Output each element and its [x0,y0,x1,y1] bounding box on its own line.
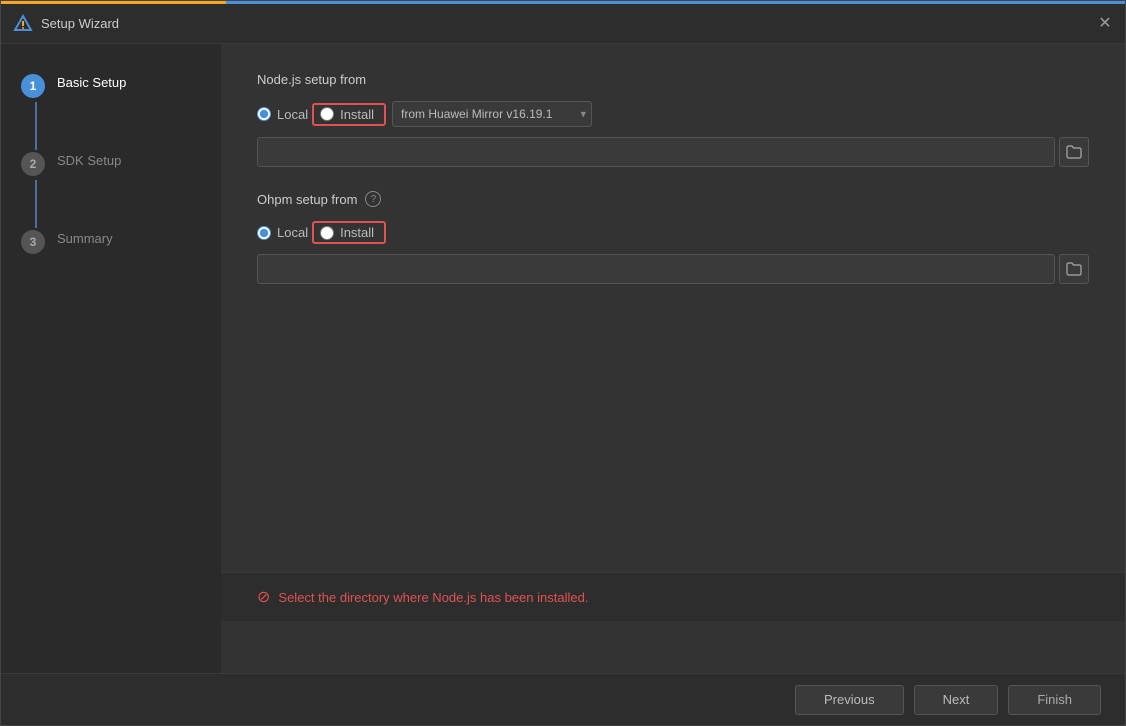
ohpm-local-label[interactable]: Local [277,225,308,240]
nodejs-dropdown-wrapper: from Huawei Mirror v16.19.1 from Officia… [392,101,592,127]
step-item-1[interactable]: 1 Basic Setup [1,64,221,106]
ohpm-local-option[interactable]: Local [257,225,308,240]
step-circle-3: 3 [21,230,45,254]
sidebar: 1 Basic Setup 2 SDK Setup 3 Summary [1,44,221,673]
step-circle-1: 1 [21,74,45,98]
ohpm-install-option[interactable]: Install [320,225,374,240]
close-button[interactable]: ✕ [1097,16,1113,32]
main-content: 1 Basic Setup 2 SDK Setup 3 Summary [1,44,1125,673]
setup-wizard-window: Setup Wizard ✕ 1 Basic Setup 2 SDK Setup [0,0,1126,726]
nodejs-section: Node.js setup from Local Install [257,72,1089,191]
step-item-3[interactable]: 3 Summary [1,220,221,262]
nodejs-local-radio[interactable] [257,107,271,121]
ohpm-section-title-row: Ohpm setup from ? [257,191,1089,207]
nodejs-install-option[interactable]: Install [320,107,374,122]
ohpm-path-row [257,254,1089,284]
nodejs-browse-button[interactable] [1059,137,1089,167]
finish-button[interactable]: Finish [1008,685,1101,715]
ohpm-path-input[interactable] [257,254,1055,284]
next-button[interactable]: Next [914,685,999,715]
title-bar: Setup Wizard ✕ [1,4,1125,44]
step-label-3: Summary [57,228,113,246]
error-bar: ⊘ Select the directory where Node.js has… [221,572,1125,621]
ohpm-install-radio[interactable] [320,226,334,240]
nodejs-path-input[interactable] [257,137,1055,167]
nodejs-mirror-dropdown[interactable]: from Huawei Mirror v16.19.1 from Officia… [392,101,592,127]
nodejs-install-radio[interactable] [320,107,334,121]
folder-icon [1066,145,1082,159]
ohpm-radio-group: Local Install [257,221,1089,244]
window-title: Setup Wizard [41,16,119,31]
ohpm-section: Ohpm setup from ? Local Install [257,191,1089,308]
error-message: Select the directory where Node.js has b… [278,590,588,605]
nodejs-local-option[interactable]: Local [257,107,308,122]
step-label-2: SDK Setup [57,150,121,168]
folder-icon-2 [1066,262,1082,276]
ohpm-install-label[interactable]: Install [340,225,374,240]
nodejs-install-label[interactable]: Install [340,107,374,122]
nodejs-local-label[interactable]: Local [277,107,308,122]
previous-button[interactable]: Previous [795,685,904,715]
step-item-2[interactable]: 2 SDK Setup [1,142,221,184]
nodejs-dropdown-container: from Huawei Mirror v16.19.1 from Officia… [392,101,592,127]
ohpm-browse-button[interactable] [1059,254,1089,284]
step-circle-2: 2 [21,152,45,176]
title-bar-left: Setup Wizard [13,14,119,34]
step-label-1: Basic Setup [57,72,126,90]
nodejs-install-highlight: Install [312,103,386,126]
nodejs-radio-group: Local Install from Huawei Mirror [257,101,1089,127]
ohpm-local-radio[interactable] [257,226,271,240]
ohpm-install-highlight: Install [312,221,386,244]
nodejs-path-row [257,137,1089,167]
ohpm-help-icon[interactable]: ? [365,191,381,207]
footer: Previous Next Finish [1,673,1125,725]
nodejs-section-title: Node.js setup from [257,72,1089,87]
right-panel: Node.js setup from Local Install [221,44,1125,673]
ohpm-section-title: Ohpm setup from [257,192,357,207]
error-icon: ⊘ [257,587,270,607]
app-logo-icon [13,14,33,34]
